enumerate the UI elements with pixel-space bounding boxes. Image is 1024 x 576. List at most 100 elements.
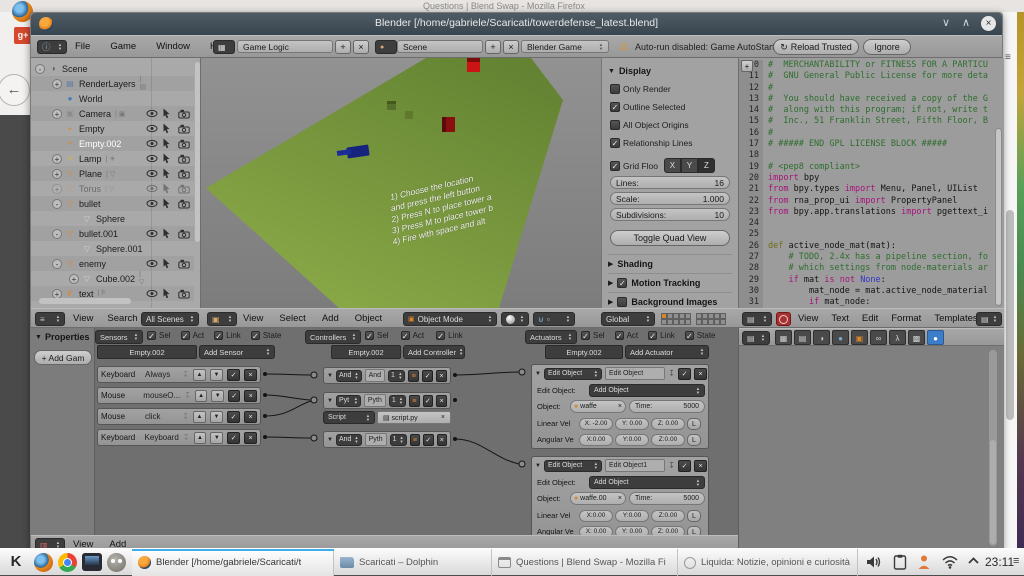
select-toggle[interactable]	[162, 138, 178, 149]
sensor-keyboard[interactable]: KeyboardKeyboard↧▲▼✓×	[97, 429, 261, 446]
text-menu-templates[interactable]: Templates	[934, 313, 977, 324]
viewport-menu-view[interactable]: View	[243, 313, 263, 324]
select-toggle[interactable]	[162, 198, 178, 209]
editor-type-properties-button[interactable]: ▤▲▼	[742, 331, 770, 345]
outliner-item-sphere[interactable]: ▽Sphere	[31, 211, 194, 226]
active-toggle[interactable]: ✓	[678, 460, 691, 472]
launcher-gimp-icon[interactable]	[107, 553, 126, 572]
actuators-check-state[interactable]: ✓State	[685, 331, 716, 340]
active-toggle[interactable]: ✓	[422, 370, 433, 382]
info-menu-game[interactable]: Game	[110, 41, 136, 52]
editor-type-outliner-button[interactable]: ≡▲▼	[35, 312, 65, 326]
outliner-item-camera[interactable]: +▣Camera| ▣	[31, 106, 194, 121]
toggle-quad-view-button[interactable]: Toggle Quad View	[610, 230, 730, 246]
texteditor-scroll-thumb[interactable]	[995, 128, 1002, 306]
panel-checkbox[interactable]: ✓	[617, 297, 627, 307]
velocity-field[interactable]: Y:0.00	[615, 510, 649, 522]
velocity-field[interactable]: X:0.00	[579, 510, 613, 522]
time-field[interactable]: Time:5000	[629, 400, 705, 413]
outliner-vscroll[interactable]	[195, 62, 200, 242]
layout-close-button[interactable]: ×	[353, 40, 369, 54]
local-toggle-button[interactable]: L	[687, 510, 701, 522]
sensors-check-act[interactable]: ✓Act	[181, 331, 205, 340]
field-lines[interactable]: Lines:16	[610, 176, 730, 189]
velocity-field[interactable]: X:0.00	[579, 434, 613, 446]
state-visualize-button[interactable]: ≡	[408, 370, 419, 382]
eye-toggle[interactable]	[146, 229, 162, 238]
outliner-menu-search[interactable]: Search	[107, 313, 137, 324]
info-menu-file[interactable]: File	[75, 41, 90, 52]
object-field[interactable]: ● waffe.00×	[570, 492, 626, 505]
editor-type-info-button[interactable]: ⓘ▲▼	[37, 40, 67, 54]
firefox-scroll-thumb[interactable]	[1006, 210, 1014, 420]
add-game-property-button[interactable]: +Add Gam	[34, 350, 92, 365]
select-toggle[interactable]	[162, 108, 178, 119]
move-down-button[interactable]: ▼	[211, 390, 224, 402]
actuators-check-link[interactable]: ✓Link	[648, 331, 675, 340]
velocity-field[interactable]: X: -2.00	[579, 418, 613, 430]
texteditor-datablock-select[interactable]: ▤▲▼	[976, 312, 1002, 326]
controller-state-select[interactable]: 1▲▼	[388, 370, 405, 382]
logic-editor[interactable]: ▼ Properties +Add Gam Sensors▲▼ ✓Sel✓Act…	[31, 328, 738, 535]
eye-toggle[interactable]	[146, 199, 162, 208]
taskbar-task-4[interactable]: Liquida: Notizie, opinioni e curiosità	[678, 549, 858, 576]
controller-pyth-2[interactable]: ▼And▲▼Pyth1▲▼≡✓×	[323, 431, 451, 448]
select-toggle[interactable]	[162, 183, 178, 194]
sensors-check-sel[interactable]: ✓Sel	[147, 331, 171, 340]
delete-button[interactable]: ×	[244, 432, 257, 444]
launcher-chrome-icon[interactable]	[58, 553, 77, 572]
script-mode-select[interactable]: Script▲▼	[323, 411, 375, 424]
user-status-icon[interactable]	[917, 554, 931, 570]
scene-add-button[interactable]: +	[485, 40, 501, 54]
active-toggle[interactable]: ✓	[227, 432, 240, 444]
layer-cell[interactable]	[685, 319, 691, 325]
properties-tab-scene[interactable]: ◑	[813, 330, 830, 345]
controllers-check-link[interactable]: ✓Link	[436, 331, 463, 340]
checkbox[interactable]: ✓	[610, 102, 620, 112]
outliner-item-bullet-001[interactable]: -▽bullet.001	[31, 226, 194, 241]
expand-toggle[interactable]: -	[52, 259, 62, 269]
select-toggle[interactable]	[162, 288, 178, 299]
local-toggle-button[interactable]: L	[687, 434, 701, 446]
select-toggle[interactable]	[162, 153, 178, 164]
expand-toggle[interactable]: +	[52, 109, 62, 119]
move-up-button[interactable]: ▲	[195, 390, 208, 402]
controller-and-0[interactable]: ▼And▲▼And1▲▼≡✓×	[323, 367, 451, 384]
velocity-field[interactable]: Y: 0.00	[615, 418, 649, 430]
axis-y-button[interactable]: Y	[681, 158, 698, 173]
outliner-item-lamp[interactable]: +☀Lamp| ☀	[31, 151, 194, 166]
text-menu-text[interactable]: Text	[831, 313, 848, 324]
panel-checkbox[interactable]: ✓	[617, 278, 627, 288]
ignore-button[interactable]: Ignore	[863, 39, 911, 55]
checkbox[interactable]: ✓	[610, 138, 620, 148]
object-field[interactable]: ● waffe×	[570, 400, 626, 413]
properties-tab-object[interactable]: ▣	[851, 330, 868, 345]
layer-cell[interactable]	[720, 319, 726, 325]
delete-button[interactable]: ×	[694, 460, 707, 472]
local-toggle-button[interactable]: L	[687, 526, 701, 536]
controller-state-select[interactable]: 1▲▼	[389, 395, 406, 407]
velocity-field[interactable]: X: 0.00	[579, 526, 613, 536]
script-alert-icon[interactable]	[776, 312, 791, 326]
scene-field[interactable]: Scene	[397, 40, 483, 53]
render-toggle[interactable]	[178, 169, 194, 179]
expand-toggle[interactable]: +	[69, 274, 79, 284]
launcher-firefox-icon[interactable]	[34, 553, 53, 572]
controller-state-select[interactable]: 1▲▼	[390, 434, 407, 446]
properties-tab-texture[interactable]: ▩	[908, 330, 925, 345]
select-toggle[interactable]	[162, 123, 178, 134]
reload-trusted-button[interactable]: ↻Reload Trusted	[773, 39, 859, 55]
render-toggle[interactable]	[178, 109, 194, 119]
properties-tab-render[interactable]: ▦	[775, 330, 792, 345]
render-toggle[interactable]	[178, 154, 194, 164]
velocity-field[interactable]: Y: 0.00	[615, 526, 649, 536]
panel-settings-icon[interactable]: ≡	[1013, 555, 1019, 567]
move-up-button[interactable]: ▲	[193, 369, 206, 381]
actuator-type-select[interactable]: Edit Object▲▼	[544, 460, 602, 472]
viewport-menu-add[interactable]: Add	[322, 313, 339, 324]
expand-toggle[interactable]: +	[52, 79, 62, 89]
sensor-click[interactable]: Mouseclick↧▲▼✓×	[97, 408, 261, 425]
volume-icon[interactable]	[866, 554, 883, 570]
object-mode-select[interactable]: ▣Object Mode▲▼	[403, 312, 497, 326]
move-down-button[interactable]: ▼	[210, 369, 223, 381]
